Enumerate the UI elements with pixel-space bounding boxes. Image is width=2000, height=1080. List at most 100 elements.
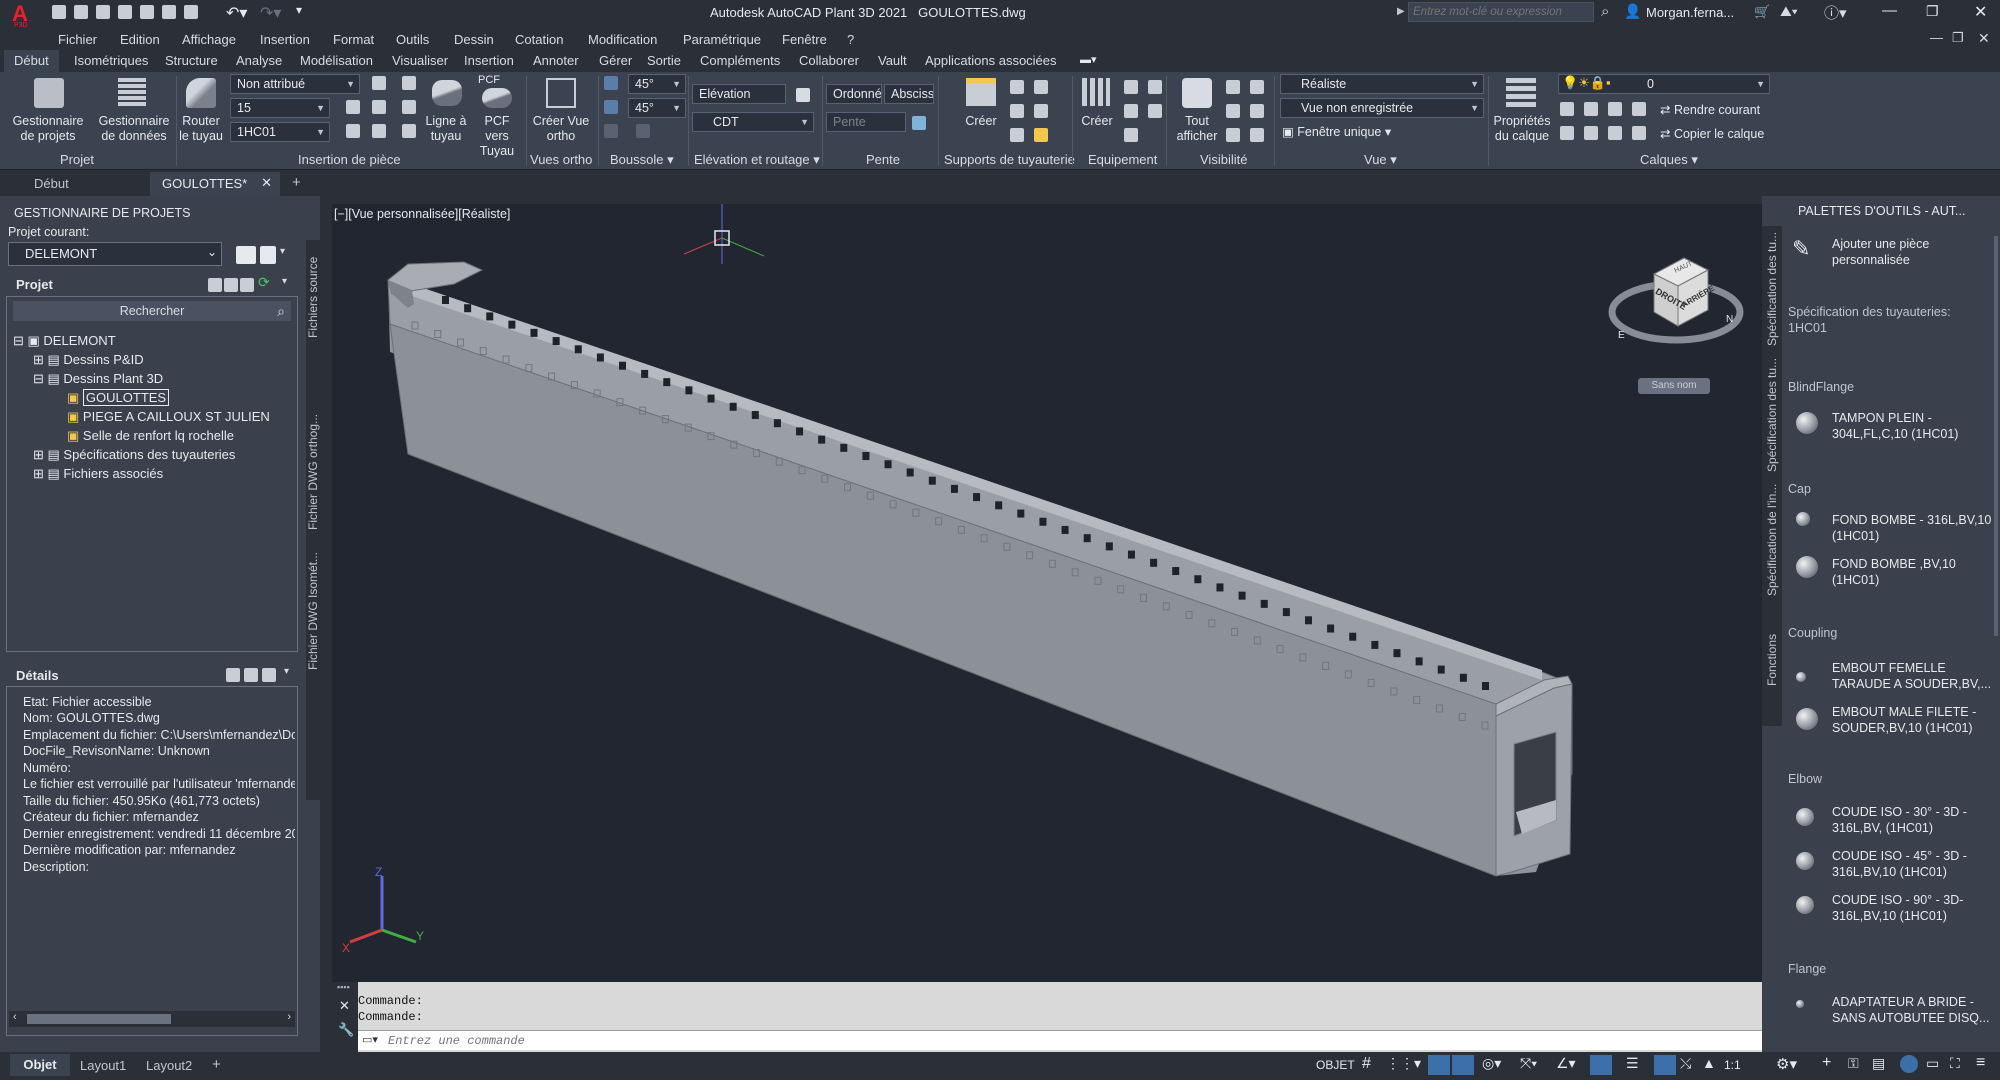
restore-icon[interactable]: ❐ xyxy=(1926,3,1939,20)
menu-insertion[interactable]: Insertion xyxy=(260,32,310,47)
elevation-field[interactable]: Elévation xyxy=(692,84,786,104)
tab-analyse[interactable]: Analyse xyxy=(236,53,282,68)
annotation-scale[interactable]: 1:1 xyxy=(1724,1058,1741,1072)
panel-calques-label[interactable]: Calques ▾ xyxy=(1640,152,1698,168)
palette-item-fond-bombe-1[interactable]: FOND BOMBE - 316L,BV,10 (1HC01) xyxy=(1832,512,1992,544)
place-icon[interactable] xyxy=(346,124,360,138)
layout-tab-2[interactable]: Layout2 xyxy=(146,1058,192,1073)
abscisse-field[interactable]: Abscisse xyxy=(884,84,934,104)
compass-toggle-icon[interactable] xyxy=(604,76,618,90)
tab-insertion[interactable]: Insertion xyxy=(464,53,514,68)
cdt-combo[interactable]: CDT ▼ xyxy=(692,112,814,132)
osnap-icon[interactable]: ∠▾ xyxy=(1556,1055,1576,1072)
pente-field[interactable]: Pente xyxy=(826,112,906,132)
add-custom-piece-item[interactable]: Ajouter une pièce personnalisée xyxy=(1832,236,1992,268)
polar-icon[interactable]: ◎▾ xyxy=(1482,1055,1501,1072)
equipment-icon-3[interactable] xyxy=(1124,104,1138,118)
selection-cycling-icon[interactable]: ⤯ xyxy=(1680,1055,1691,1072)
plus-icon[interactable]: + xyxy=(1822,1054,1831,1072)
create-support-icon[interactable] xyxy=(966,78,996,106)
customize-status-icon[interactable]: ≡ xyxy=(1976,1054,1985,1072)
layer-icon-2[interactable] xyxy=(1584,102,1598,116)
visibility-icon-2[interactable] xyxy=(1250,80,1264,94)
palette-scroll-track[interactable] xyxy=(1994,236,1998,636)
publish-project-icon[interactable] xyxy=(260,246,276,264)
refresh-icon[interactable]: ⟳ xyxy=(258,274,270,291)
menu-edition[interactable]: Edition xyxy=(120,32,160,47)
ortho-view-icon[interactable] xyxy=(546,78,576,108)
create-equipment-icon[interactable] xyxy=(1082,78,1110,106)
close-cmd-icon[interactable]: ✕ xyxy=(339,998,350,1014)
minimize-icon[interactable]: — xyxy=(1882,2,1897,19)
show-all-icon[interactable] xyxy=(1182,78,1212,108)
tab-structure[interactable]: Structure xyxy=(165,53,218,68)
user-icon[interactable]: 👤 xyxy=(1624,3,1641,20)
menu-dessin[interactable]: Dessin xyxy=(454,32,494,47)
tab-applications[interactable]: Applications associées xyxy=(925,53,1057,68)
details-icon-1[interactable] xyxy=(226,668,240,682)
layer-icon-6[interactable] xyxy=(1584,126,1598,140)
support-icon-2[interactable] xyxy=(1034,80,1048,94)
slope-icon[interactable] xyxy=(912,116,926,130)
model-space-toggle[interactable]: OBJET xyxy=(1316,1058,1355,1072)
panel-elevation-label[interactable]: Elévation et routage ▾ xyxy=(694,152,820,168)
equipment-icon-5[interactable] xyxy=(1124,128,1138,142)
hardware-icon[interactable]: ▤ xyxy=(1872,1055,1885,1072)
route-pipe-icon[interactable] xyxy=(186,78,216,108)
reroute-icon[interactable] xyxy=(402,124,416,138)
menu-format[interactable]: Format xyxy=(333,32,374,47)
customize-qat-icon[interactable]: ▾ xyxy=(296,3,302,17)
ligne-tuyau-button[interactable]: Ligne à tuyau xyxy=(420,114,472,144)
support-icon-4[interactable] xyxy=(1034,104,1048,118)
publish-icon[interactable] xyxy=(184,5,198,19)
router-tuyau-button[interactable]: Router le tuyau xyxy=(176,114,226,144)
tree-item-plant3d[interactable]: ⊟ ▤ Dessins Plant 3D xyxy=(33,371,163,387)
user-name[interactable]: Morgan.ferna... xyxy=(1646,5,1734,20)
new-icon[interactable] xyxy=(52,5,66,19)
vtab-dwg-ortho[interactable]: Fichier DWG orthog... xyxy=(306,400,320,530)
vtab-spec-1[interactable]: Spécification des tu... xyxy=(1765,230,1779,346)
viewcube[interactable]: HAUT DROITE ARRIÈRE N E xyxy=(1602,234,1752,364)
menu-affichage[interactable]: Affichage xyxy=(182,32,236,47)
ribbon-minimize-icon[interactable]: ▬▾ xyxy=(1080,53,1097,66)
palette-item-embout-male[interactable]: EMBOUT MALE FILETE - SOUDER,BV,10 (1HC01… xyxy=(1832,704,1992,736)
object-snap-icon[interactable] xyxy=(1590,1055,1612,1075)
palette-item-tampon[interactable]: TAMPON PLEIN - 304L,FL,C,10 (1HC01) xyxy=(1832,410,1992,442)
angle-combo-1[interactable]: 45° ▼ xyxy=(628,74,686,94)
menu-fenetre[interactable]: Fenêtre xyxy=(782,32,827,47)
menu-cotation[interactable]: Cotation xyxy=(515,32,563,47)
size-combo[interactable]: 15 ▼ xyxy=(230,98,330,118)
grid-icon[interactable] xyxy=(402,76,416,90)
snap-icon[interactable]: ⋮⋮▾ xyxy=(1386,1055,1421,1072)
compass-settings-icon[interactable] xyxy=(636,124,650,138)
new-tab-icon[interactable]: + xyxy=(292,174,301,191)
support-icon-1[interactable] xyxy=(1010,80,1024,94)
tree-item-piege[interactable]: ▣ PIEGE A CAILLOUX ST JULIEN xyxy=(67,409,270,425)
compass-off-icon[interactable] xyxy=(604,124,618,138)
fullscreen-icon[interactable]: ⛶ xyxy=(1950,1055,1960,1072)
elevation-home-icon[interactable] xyxy=(796,88,810,102)
rendre-courant-button[interactable]: ⇄ Rendre courant xyxy=(1660,102,1760,117)
print-icon[interactable] xyxy=(140,5,154,19)
menu-outils[interactable]: Outils xyxy=(396,32,429,47)
tab-modelisation[interactable]: Modélisation xyxy=(300,53,373,68)
isodraft-icon[interactable]: ⤧▾ xyxy=(1520,1055,1537,1072)
details-icon-2[interactable] xyxy=(244,668,258,682)
panel-menu-icon[interactable]: ▾ xyxy=(282,276,287,287)
tree-item-pid[interactable]: ⊞ ▤ Dessins P&ID xyxy=(33,352,144,368)
infer-icon[interactable] xyxy=(1428,1055,1450,1075)
details-icon-3[interactable] xyxy=(262,668,276,682)
vtab-dwg-iso[interactable]: Fichier DWG Isomét... xyxy=(306,540,320,670)
print-icon-2[interactable] xyxy=(240,278,254,292)
menu-parametrique[interactable]: Paramétrique xyxy=(683,32,761,47)
close-icon[interactable]: ✕ xyxy=(1974,2,1987,22)
undo-icon[interactable]: ↶▾ xyxy=(226,3,247,23)
spec-combo[interactable]: 1HC01 ▼ xyxy=(230,122,330,142)
visibility-icon-6[interactable] xyxy=(1250,128,1264,142)
viewport-config-button[interactable]: ▣ Fenêtre unique ▾ xyxy=(1282,124,1391,139)
palette-item-adaptateur[interactable]: ADAPTATEUR A BRIDE - SANS AUTOBUTEE DISQ… xyxy=(1832,994,1992,1026)
search-box[interactable]: Rechercher ⌕ xyxy=(13,301,291,321)
pcf-to-pipe-icon[interactable] xyxy=(482,88,512,108)
wrench-icon[interactable]: 🔧 xyxy=(338,1022,354,1038)
tree-item-specs[interactable]: ⊞ ▤ Spécifications des tuyauteries xyxy=(33,447,235,463)
